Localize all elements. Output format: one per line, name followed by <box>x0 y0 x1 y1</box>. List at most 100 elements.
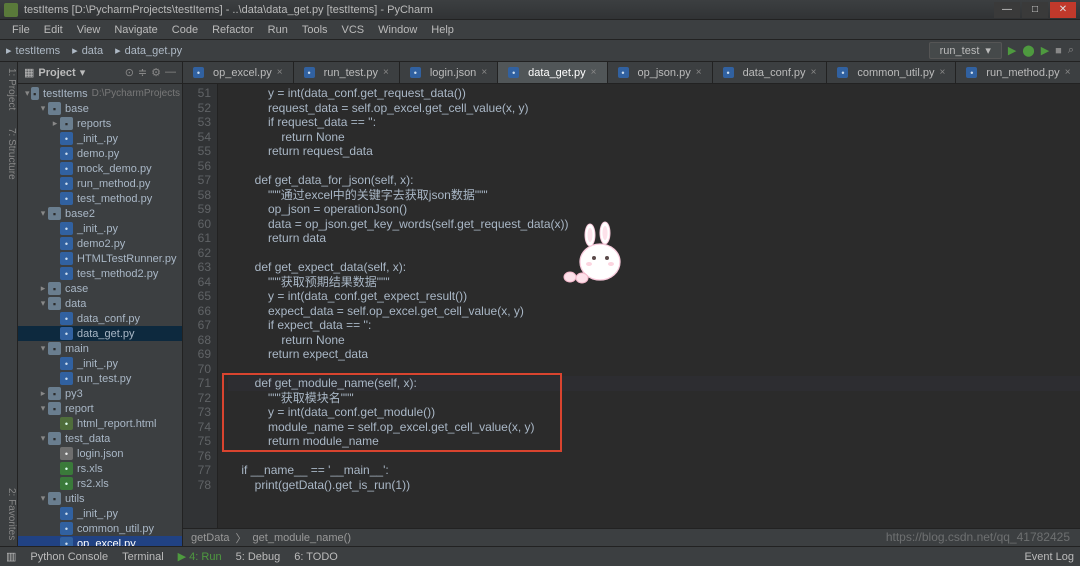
tree-item[interactable]: ▾▪report <box>18 401 182 416</box>
collapse-icon[interactable]: ≑ <box>138 66 147 79</box>
menu-tools[interactable]: Tools <box>296 22 334 38</box>
editor-tab[interactable]: •op_excel.py× <box>183 62 294 83</box>
tree-item[interactable]: ▾▪main <box>18 341 182 356</box>
project-pane-header: ▦ Project ▾ ⊙ ≑ ⚙ — <box>18 62 182 84</box>
editor-pane: •op_excel.py×•run_test.py×•login.json×•d… <box>183 62 1080 546</box>
close-icon[interactable]: × <box>811 67 817 78</box>
status-todo[interactable]: 6: TODO <box>294 551 338 563</box>
tree-item[interactable]: •run_test.py <box>18 371 182 386</box>
tree-item[interactable]: •data_get.py <box>18 326 182 341</box>
menu-vcs[interactable]: VCS <box>336 22 371 38</box>
status-event-log[interactable]: Event Log <box>1024 551 1074 563</box>
locate-icon[interactable]: ⊙ <box>125 66 134 79</box>
editor-tab[interactable]: •data_get.py× <box>498 62 607 83</box>
tree-item[interactable]: ▸▪py3 <box>18 386 182 401</box>
editor-tab[interactable]: •data_conf.py× <box>713 62 828 83</box>
editor-tab[interactable]: •common_util.py× <box>827 62 956 83</box>
close-icon[interactable]: × <box>591 67 597 78</box>
status-terminal[interactable]: Terminal <box>122 551 164 563</box>
hide-icon[interactable]: — <box>165 66 176 79</box>
gear-icon[interactable]: ⚙ <box>151 66 161 79</box>
close-icon[interactable]: × <box>383 67 389 78</box>
tree-item[interactable]: •run_method.py <box>18 176 182 191</box>
line-gutter: 5152535455565758596061626364656667686970… <box>183 84 218 528</box>
tree-item[interactable]: •test_method.py <box>18 191 182 206</box>
search-icon[interactable]: ⌕ <box>1068 44 1074 57</box>
tree-item[interactable]: •op_excel.py <box>18 536 182 546</box>
tree-item[interactable]: ▸▪case <box>18 281 182 296</box>
project-pane: ▦ Project ▾ ⊙ ≑ ⚙ — ▾▪testItemsD:\Pychar… <box>18 62 183 546</box>
editor-tab[interactable]: •op_json.py× <box>608 62 713 83</box>
tool-project[interactable]: 1: Project <box>0 68 17 110</box>
tree-item[interactable]: ▾▪utils <box>18 491 182 506</box>
menu-navigate[interactable]: Navigate <box>108 22 163 38</box>
close-icon[interactable]: × <box>481 67 487 78</box>
close-icon[interactable]: × <box>696 67 702 78</box>
toggle-tools-icon[interactable]: ▥ <box>6 550 16 563</box>
editor-tab[interactable]: •login.json× <box>400 62 498 83</box>
menu-code[interactable]: Code <box>166 22 204 38</box>
tree-item[interactable]: ▾▪testItemsD:\PycharmProjects <box>18 86 182 101</box>
tree-item[interactable]: •login.json <box>18 446 182 461</box>
tree-item[interactable]: ▾▪test_data <box>18 431 182 446</box>
tree-item[interactable]: •HTMLTestRunner.py <box>18 251 182 266</box>
tree-item[interactable]: •common_util.py <box>18 521 182 536</box>
tree-item[interactable]: ▾▪base <box>18 101 182 116</box>
code-area[interactable]: y = int(data_conf.get_request_data()) re… <box>218 84 1080 528</box>
window-title: testItems [D:\PycharmProjects\testItems]… <box>24 4 994 16</box>
editor-tab[interactable]: •run_method.py× <box>956 62 1080 83</box>
tool-favorites[interactable]: 2: Favorites <box>0 488 17 540</box>
tree-item[interactable]: •rs2.xls <box>18 476 182 491</box>
chevron-down-icon: ▾ <box>985 44 991 57</box>
close-button[interactable]: ✕ <box>1050 2 1076 18</box>
left-tool-strip: 1: Project 7: Structure 2: Favorites <box>0 62 18 546</box>
nav-item[interactable]: ▸testItems <box>6 44 60 57</box>
tree-item[interactable]: ▾▪data <box>18 296 182 311</box>
close-icon[interactable]: × <box>1065 67 1071 78</box>
status-run[interactable]: ▶ 4: Run <box>178 550 222 563</box>
maximize-button[interactable]: □ <box>1022 2 1048 18</box>
editor-tab[interactable]: •run_test.py× <box>294 62 400 83</box>
tree-item[interactable]: •_init_.py <box>18 221 182 236</box>
stop-button[interactable]: ■ <box>1055 45 1062 57</box>
code-editor[interactable]: 5152535455565758596061626364656667686970… <box>183 84 1080 528</box>
menu-file[interactable]: File <box>6 22 36 38</box>
tree-item[interactable]: •_init_.py <box>18 131 182 146</box>
tool-structure[interactable]: 7: Structure <box>0 128 17 180</box>
nav-item[interactable]: ▸data <box>72 44 103 57</box>
tree-item[interactable]: •_init_.py <box>18 356 182 371</box>
nav-item[interactable]: ▸data_get.py <box>115 44 182 57</box>
tree-item[interactable]: ▾▪base2 <box>18 206 182 221</box>
menu-view[interactable]: View <box>71 22 107 38</box>
debug-button[interactable]: ⬤ <box>1022 44 1034 57</box>
coverage-button[interactable]: ▶ <box>1041 44 1049 57</box>
tree-item[interactable]: •html_report.html <box>18 416 182 431</box>
menu-edit[interactable]: Edit <box>38 22 69 38</box>
menu-window[interactable]: Window <box>372 22 423 38</box>
status-python-console[interactable]: Python Console <box>30 551 108 563</box>
tree-item[interactable]: •mock_demo.py <box>18 161 182 176</box>
menu-help[interactable]: Help <box>425 22 460 38</box>
tree-item[interactable]: •demo.py <box>18 146 182 161</box>
watermark-text: https://blog.csdn.net/qq_41782425 <box>886 530 1070 544</box>
crumb-method[interactable]: get_module_name() <box>253 532 351 544</box>
tree-item[interactable]: •test_method2.py <box>18 266 182 281</box>
tree-item[interactable]: •rs.xls <box>18 461 182 476</box>
tree-item[interactable]: •data_conf.py <box>18 311 182 326</box>
close-icon[interactable]: × <box>277 67 283 78</box>
app-icon <box>4 3 18 17</box>
nav-toolbar: ▸testItems ▸data ▸data_get.py run_test ▾ ▶… <box>0 40 1080 62</box>
tree-item[interactable]: ▸▪reports <box>18 116 182 131</box>
run-button[interactable]: ▶ <box>1008 44 1016 57</box>
project-tree[interactable]: ▾▪testItemsD:\PycharmProjects▾▪base▸▪rep… <box>18 84 182 546</box>
menu-run[interactable]: Run <box>262 22 294 38</box>
path-breadcrumb: ▸testItems ▸data ▸data_get.py <box>6 44 182 57</box>
crumb-class[interactable]: getData <box>191 532 230 544</box>
run-config-selector[interactable]: run_test ▾ <box>929 42 1002 59</box>
menu-refactor[interactable]: Refactor <box>206 22 260 38</box>
minimize-button[interactable]: — <box>994 2 1020 18</box>
close-icon[interactable]: × <box>939 67 945 78</box>
status-debug[interactable]: 5: Debug <box>236 551 281 563</box>
tree-item[interactable]: •_init_.py <box>18 506 182 521</box>
tree-item[interactable]: •demo2.py <box>18 236 182 251</box>
